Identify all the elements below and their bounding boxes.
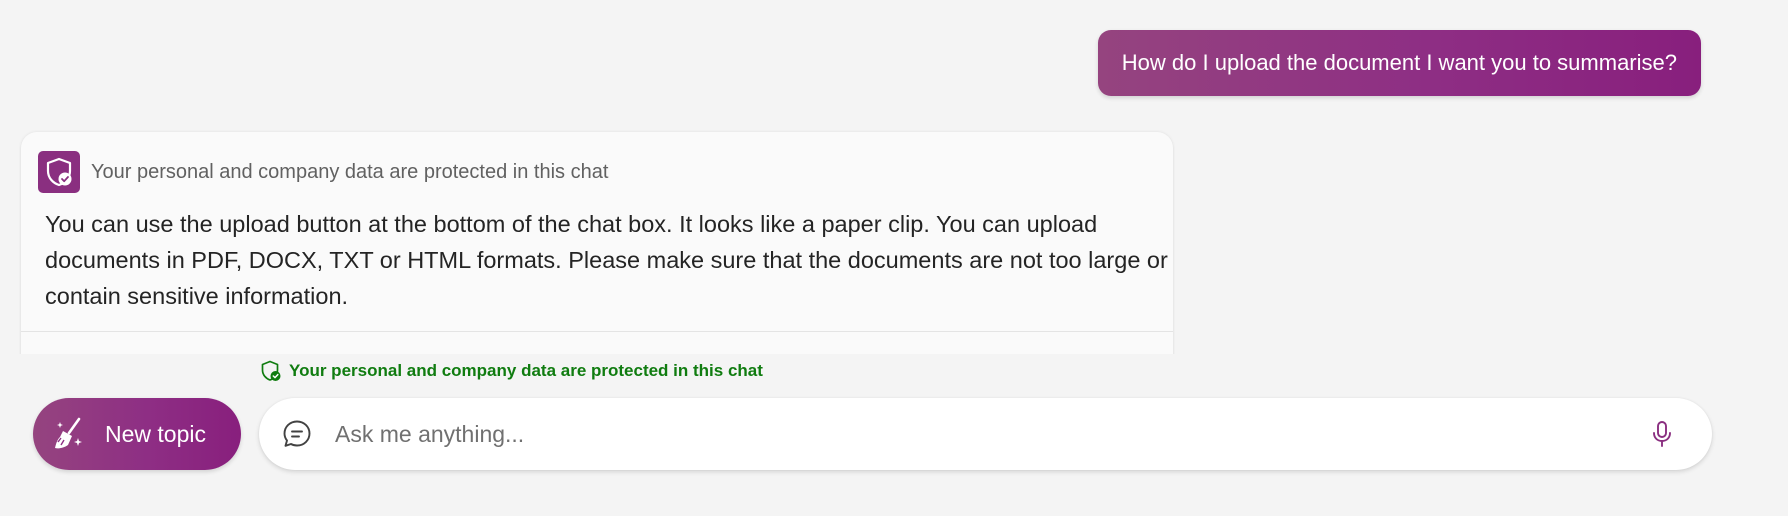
- new-topic-label: New topic: [105, 420, 206, 447]
- shield-check-icon: [38, 151, 80, 193]
- new-topic-button[interactable]: New topic: [33, 398, 241, 470]
- bot-protection-text: Your personal and company data are prote…: [91, 160, 609, 183]
- bot-response-text: You can use the upload button at the bot…: [45, 211, 1168, 309]
- protection-notice: Your personal and company data are prote…: [260, 360, 763, 382]
- user-message-bubble: How do I upload the document I want you …: [1097, 30, 1701, 96]
- protection-notice-text: Your personal and company data are prote…: [289, 361, 763, 380]
- shield-check-icon: [261, 360, 281, 381]
- bot-protection-header: Your personal and company data are prote…: [38, 151, 608, 193]
- user-message-text: How do I upload the document I want you …: [1121, 50, 1677, 75]
- card-divider: [21, 331, 1173, 332]
- microphone-icon[interactable]: [1648, 420, 1676, 448]
- chat-input-field[interactable]: [333, 419, 1648, 449]
- chat-bubble-icon: [283, 420, 311, 447]
- broom-sparkle-icon: [55, 417, 82, 449]
- bot-response-card: Your personal and company data are prote…: [21, 132, 1173, 356]
- chat-input-box[interactable]: [259, 398, 1712, 470]
